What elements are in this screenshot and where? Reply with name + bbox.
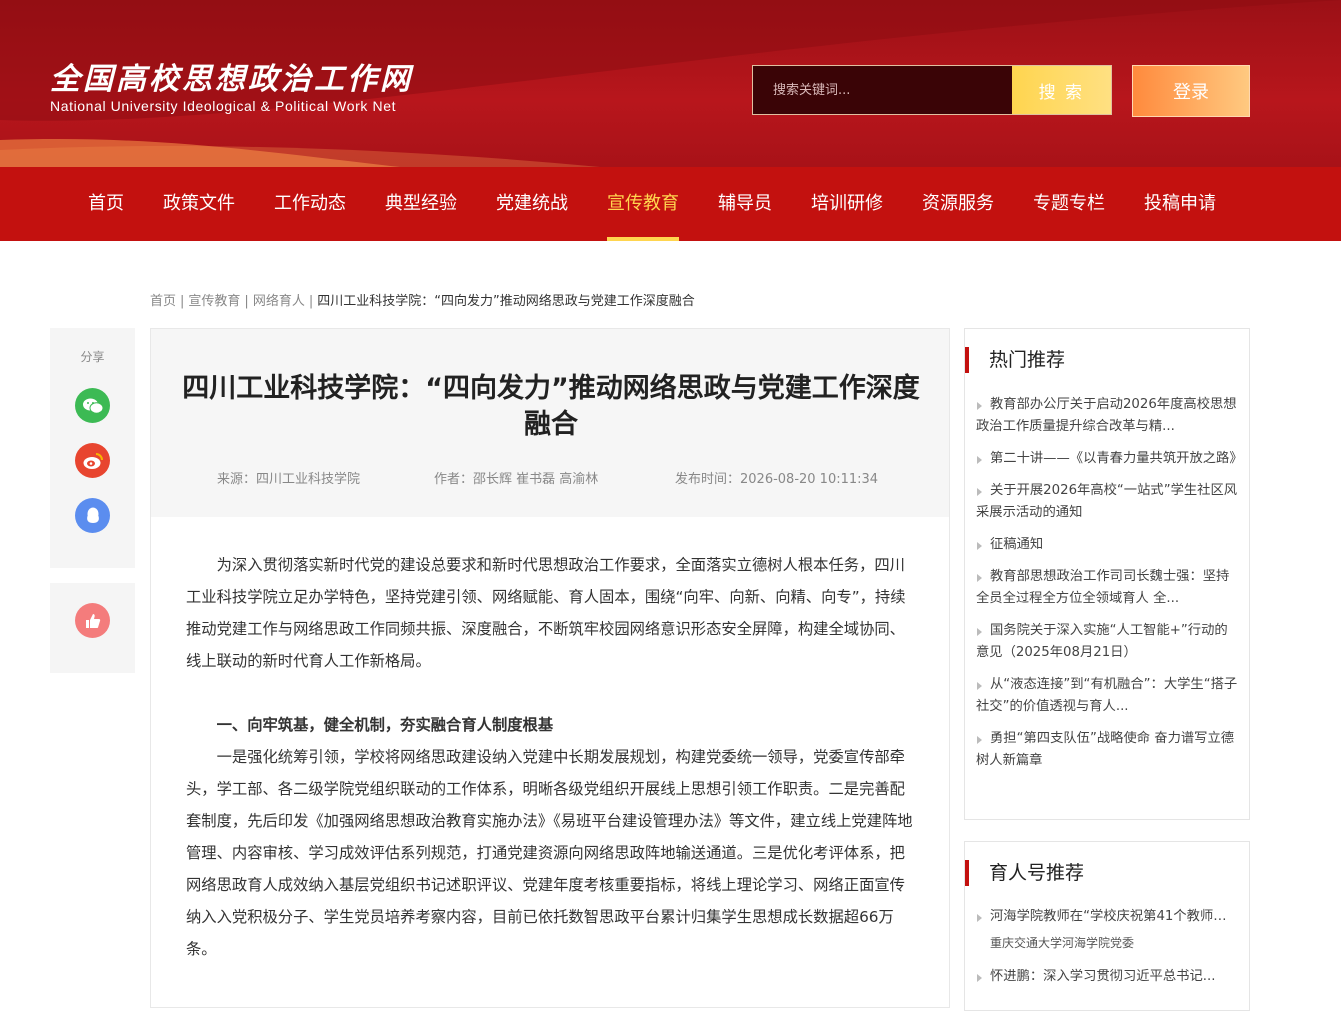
hot-item[interactable]: 征稿通知	[976, 534, 1238, 556]
nav-item-party[interactable]: 党建统战	[478, 167, 586, 241]
hot-item[interactable]: 关于开展2026年高校“一站式”学生社区风采展示活动的通知	[976, 480, 1238, 524]
nav-item-experience[interactable]: 典型经验	[367, 167, 475, 241]
breadcrumb-propaganda[interactable]: 宣传教育	[188, 294, 240, 309]
logo-title: 全国高校思想政治工作网	[50, 62, 413, 97]
hot-item[interactable]: 教育部办公厅关于启动2026年度高校思想政治工作质量提升综合改革与精...	[976, 394, 1238, 438]
article: 四川工业科技学院：“四向发力”推动网络思政与党建工作深度融合 来源：四川工业科技…	[150, 328, 950, 1008]
breadcrumb-home[interactable]: 首页	[150, 294, 176, 309]
breadcrumb-separator: |	[308, 294, 314, 309]
hot-item[interactable]: 教育部思想政治工作司司长魏士强：坚持全员全过程全方位全领域育人 全...	[976, 566, 1238, 610]
yuren-item-title: 怀进鹏：深入学习贯彻习近平总书记...	[990, 969, 1216, 984]
nav-item-submit[interactable]: 投稿申请	[1126, 167, 1234, 241]
yuren-item-source: 重庆交通大学河海学院党委	[990, 936, 1135, 950]
yuren-item-title: 河海学院教师在“学校庆祝第41个教师节...	[990, 909, 1238, 924]
login-button[interactable]: 登录	[1132, 65, 1250, 117]
breadcrumb-separator: |	[180, 294, 185, 309]
article-body: 为深入贯彻落实新时代党的建设总要求和新时代思想政治工作要求，全面落实立德树人根本…	[186, 549, 916, 965]
search-box: 搜 索	[752, 65, 1112, 115]
breadcrumb-network[interactable]: 网络育人	[253, 294, 305, 309]
nav-item-policy[interactable]: 政策文件	[145, 167, 253, 241]
yuren-item[interactable]: 河海学院教师在“学校庆祝第41个教师节... 重庆交通大学河海学院党委	[976, 907, 1238, 953]
nav-item-propaganda[interactable]: 宣传教育	[589, 167, 697, 241]
search-input[interactable]	[753, 66, 1012, 114]
breadcrumb: 首页 | 宣传教育 | 网络育人 | 四川工业科技学院：“四向发力”推动网络思政与党建工作深…	[150, 290, 695, 309]
article-source: 来源：四川工业科技学院	[217, 472, 361, 487]
search-button[interactable]: 搜 索	[1011, 66, 1111, 114]
nav-item-counselor[interactable]: 辅导员	[700, 167, 790, 241]
hot-item[interactable]: 从“液态连接”到“有机融合”：大学生“搭子社交”的价值透视与育人...	[976, 674, 1238, 718]
nav-item-topics[interactable]: 专题专栏	[1015, 167, 1123, 241]
article-intro: 为深入贯彻落实新时代党的建设总要求和新时代思想政治工作要求，全面落实立德树人根本…	[186, 556, 906, 670]
share-label: 分享	[80, 350, 105, 364]
wechat-icon[interactable]	[75, 388, 110, 423]
hot-recommend-title: 热门推荐	[965, 347, 1065, 373]
yuren-recommend-panel: 育人号推荐 河海学院教师在“学校庆祝第41个教师节... 重庆交通大学河海学院党…	[964, 841, 1250, 1011]
thumbs-up-icon[interactable]	[75, 603, 110, 638]
article-author: 作者：邵长辉 崔书磊 高渝林	[434, 472, 599, 487]
share-panel: 分享	[50, 328, 135, 568]
nav-item-news[interactable]: 工作动态	[256, 167, 364, 241]
hot-item[interactable]: 国务院关于深入实施“人工智能+”行动的意见（2025年08月21日）	[976, 620, 1238, 664]
breadcrumb-current: 四川工业科技学院：“四向发力”推动网络思政与党建工作深度融合	[317, 294, 695, 309]
article-published: 发布时间：2026-08-20 10:11:34	[675, 472, 879, 487]
hot-item[interactable]: 第二十讲——《以青春力量共筑开放之路》	[976, 448, 1238, 470]
like-panel	[50, 583, 135, 673]
hot-item[interactable]: 勇担“第四支队伍”战略使命 奋力谱写立德树人新篇章	[976, 728, 1238, 772]
qq-icon[interactable]	[75, 498, 110, 533]
nav-item-training[interactable]: 培训研修	[793, 167, 901, 241]
weibo-icon[interactable]	[75, 443, 110, 478]
yuren-recommend-title: 育人号推荐	[965, 860, 1084, 886]
site-logo[interactable]: 全国高校思想政治工作网 National University Ideologi…	[50, 62, 413, 115]
main-nav: 首页 政策文件 工作动态 典型经验 党建统战 宣传教育 辅导员 培训研修 资源服…	[0, 167, 1341, 241]
yuren-item[interactable]: 怀进鹏：深入学习贯彻习近平总书记...	[976, 967, 1238, 987]
nav-item-home[interactable]: 首页	[70, 167, 142, 241]
nav-item-resources[interactable]: 资源服务	[904, 167, 1012, 241]
logo-subtitle: National University Ideological & Politi…	[50, 98, 397, 114]
breadcrumb-separator: |	[244, 294, 249, 309]
section-heading: 一、向牢筑基，健全机制，夯实融合育人制度根基	[216, 716, 554, 734]
site-header: 全国高校思想政治工作网 National University Ideologi…	[0, 0, 1341, 167]
article-title: 四川工业科技学院：“四向发力”推动网络思政与党建工作深度融合	[182, 373, 920, 440]
hot-recommend-panel: 热门推荐 教育部办公厅关于启动2026年度高校思想政治工作质量提升综合改革与精.…	[964, 328, 1250, 820]
section-paragraph: 一是强化统筹引领，学校将网络思政建设纳入党建中长期发展规划，构建党委统一领导，党…	[186, 748, 913, 958]
